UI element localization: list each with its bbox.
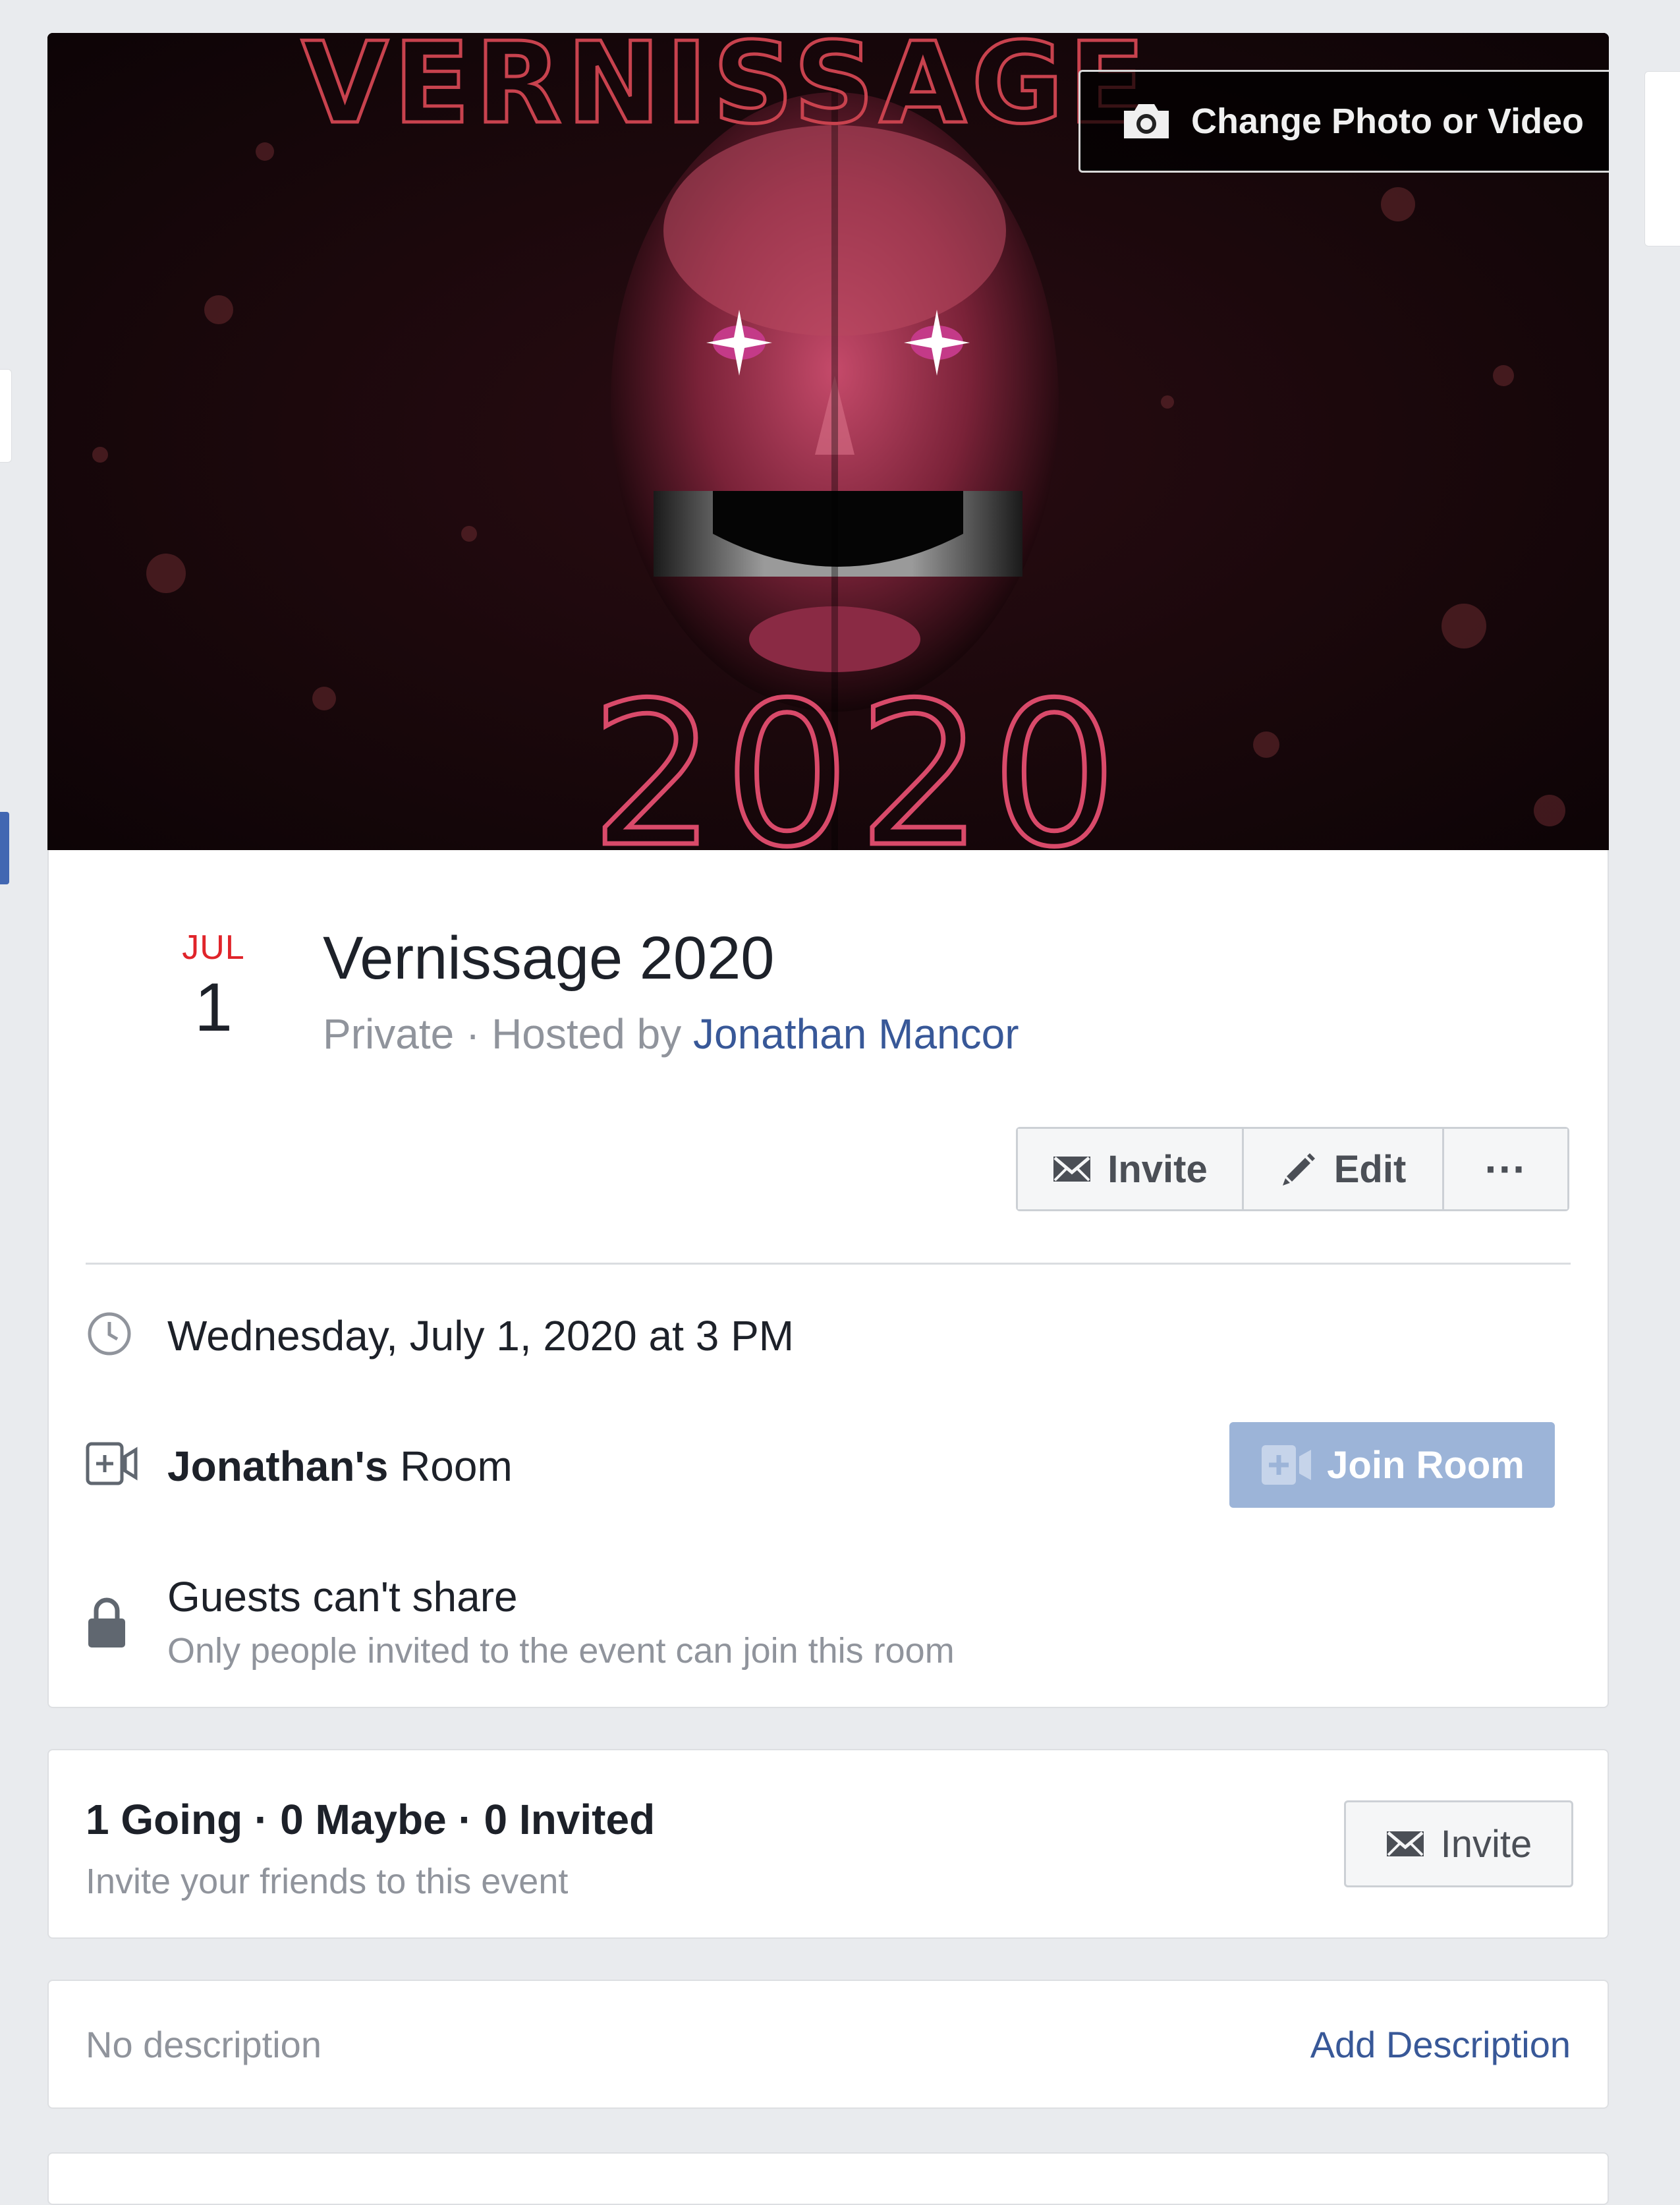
left-edge-card — [0, 369, 12, 463]
invite-friends-button[interactable]: Invite — [1344, 1800, 1573, 1887]
join-room-button[interactable]: Join Room — [1229, 1422, 1555, 1508]
host-link[interactable]: Jonathan Mancor — [693, 1010, 1019, 1058]
invite-button[interactable]: Invite — [1018, 1129, 1242, 1209]
guest-hint: Invite your friends to this event — [86, 1862, 569, 1901]
details-divider — [86, 1263, 1571, 1265]
guest-summary-card: 1 Going · 0 Maybe · 0 Invited Invite you… — [47, 1749, 1609, 1939]
video-room-icon — [86, 1442, 138, 1485]
event-day: 1 — [194, 969, 233, 1046]
cover-title-text: VERNISSAGE — [302, 33, 1151, 149]
cover-year-text: 2020 — [590, 660, 1125, 850]
clock-icon — [88, 1312, 131, 1356]
edit-button[interactable]: Edit — [1242, 1129, 1442, 1209]
invite-friends-label: Invite — [1440, 1822, 1532, 1866]
edit-button-label: Edit — [1333, 1147, 1407, 1191]
envelope-icon — [1053, 1157, 1091, 1182]
share-title: Guests can't share — [167, 1573, 518, 1620]
description-card: No description Add Description — [47, 1980, 1609, 2109]
lock-icon — [88, 1597, 125, 1647]
room-name: Jonathan's Room — [167, 1442, 513, 1491]
add-description-link[interactable]: Add Description — [1310, 2023, 1571, 2066]
pencil-icon — [1282, 1153, 1315, 1186]
camera-icon — [1124, 104, 1169, 138]
room-owner: Jonathan's — [167, 1443, 389, 1490]
room-suffix: Room — [388, 1443, 513, 1490]
right-edge-card — [1644, 71, 1680, 246]
video-join-icon — [1262, 1445, 1312, 1485]
invite-button-label: Invite — [1107, 1147, 1208, 1191]
event-title: Vernissage 2020 — [323, 925, 775, 992]
hosted-by-prefix: · Hosted by — [454, 1010, 693, 1058]
more-options-icon: ··· — [1484, 1145, 1527, 1193]
guest-counts: 1 Going · 0 Maybe · 0 Invited — [86, 1796, 656, 1843]
join-room-label: Join Room — [1327, 1443, 1525, 1487]
no-description-text: No description — [86, 2024, 322, 2065]
event-subtitle: Private · Hosted by Jonathan Mancor — [323, 1010, 1019, 1058]
envelope-icon — [1386, 1831, 1424, 1856]
event-privacy: Private — [323, 1010, 455, 1058]
change-photo-button[interactable]: Change Photo or Video — [1078, 70, 1609, 173]
event-month: JUL — [182, 929, 245, 967]
more-options-button[interactable]: ··· — [1442, 1129, 1567, 1209]
change-photo-label: Change Photo or Video — [1191, 101, 1584, 141]
event-action-buttons: Invite Edit ··· — [1016, 1127, 1569, 1211]
left-active-indicator — [0, 812, 9, 884]
event-cover-photo: VERNISSAGE 2020 Change Photo or Video — [47, 33, 1609, 850]
event-details-card: JUL 1 Vernissage 2020 Private · Hosted b… — [47, 850, 1609, 1708]
event-datetime: Wednesday, July 1, 2020 at 3 PM — [167, 1312, 795, 1360]
next-card — [47, 2152, 1609, 2205]
share-subtitle: Only people invited to the event can joi… — [167, 1631, 955, 1671]
